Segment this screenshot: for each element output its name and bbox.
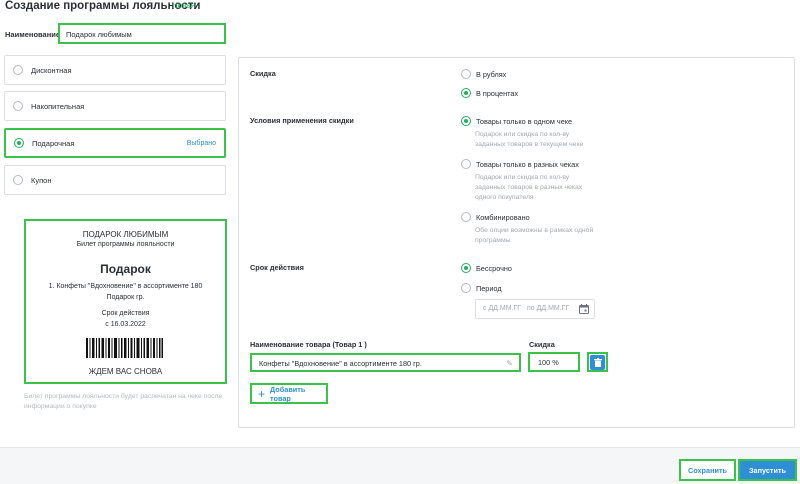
program-type-discount[interactable]: Дисконтная xyxy=(4,55,226,85)
radio-icon xyxy=(461,212,471,222)
radio-icon xyxy=(13,65,23,75)
ticket-subtitle: Билет программы лояльности xyxy=(76,241,175,248)
validity-option-period[interactable]: Период xyxy=(461,283,502,293)
radio-icon xyxy=(461,283,471,293)
condition-option-different-checks[interactable]: Товары только в разных чеках xyxy=(461,159,579,169)
option-label: В рублях xyxy=(476,69,507,79)
program-type-accumulative[interactable]: Накопительная xyxy=(4,91,226,121)
date-to-placeholder: по ДД.ММ.ГГ xyxy=(527,305,570,312)
option-hint: Подарок или скидка по кол-ву заданных то… xyxy=(475,174,583,201)
ticket-footer: ЖДЕМ ВАС СНОВА xyxy=(88,367,163,376)
add-product-button[interactable]: + Добавить товар xyxy=(250,383,328,404)
date-range-input[interactable]: с ДД.ММ.ГГ по ДД.ММ.ГГ xyxy=(475,299,595,319)
radio-selected-icon xyxy=(461,263,471,273)
option-label: Товары только в одном чеке xyxy=(476,116,573,126)
ticket-item-line: 1. Конфеты "Вдохновение" в ассортименте … xyxy=(48,283,203,301)
radio-selected-icon xyxy=(461,88,471,98)
delete-product-button[interactable] xyxy=(587,352,608,372)
program-type-coupon[interactable]: Купон xyxy=(4,165,226,195)
run-button[interactable]: Запустить xyxy=(738,459,797,481)
option-label: В процентах xyxy=(476,88,519,98)
status-badge: Новая xyxy=(172,1,196,10)
discount-option-rubles[interactable]: В рублях xyxy=(461,69,506,79)
condition-option-combined[interactable]: Комбинировано xyxy=(461,212,530,222)
product-name-label: Наименование товара (Товар 1 ) xyxy=(250,340,367,349)
radio-icon xyxy=(461,159,471,169)
calendar-icon[interactable] xyxy=(579,304,589,314)
radio-icon xyxy=(13,175,23,185)
program-type-label: Дисконтная xyxy=(31,65,72,75)
ticket-validity-label: Срок действия xyxy=(101,310,150,317)
option-label: Комбинировано xyxy=(476,212,530,222)
barcode-icon xyxy=(86,338,163,358)
print-note: Билет программы лояльности будет распеча… xyxy=(24,392,229,412)
option-hint: Подарок или скидка по кол-ву заданных то… xyxy=(475,131,584,148)
ticket-heading: Подарок xyxy=(100,262,151,276)
program-type-label: Накопительная xyxy=(31,101,85,111)
selected-indicator: Выбрано xyxy=(186,139,216,147)
radio-icon xyxy=(461,69,471,79)
plus-icon: + xyxy=(258,386,266,401)
product-discount-label: Скидка xyxy=(529,340,555,349)
discount-label: Скидка xyxy=(250,69,276,78)
option-hint: Обе опции возможны в рамках одной програ… xyxy=(475,227,594,244)
condition-option-single-check[interactable]: Товары только в одном чеке xyxy=(461,116,572,126)
discount-option-percent[interactable]: В процентах xyxy=(461,88,518,98)
radio-icon xyxy=(13,101,23,111)
program-type-label: Подарочная xyxy=(32,138,75,148)
print-note-text: Билет программы лояльности будет распеча… xyxy=(24,393,223,410)
ticket-validity-value: с 16.03.2022 xyxy=(105,321,146,328)
save-button[interactable]: Сохранить xyxy=(679,459,736,481)
program-type-gift[interactable]: Подарочная Выбрано xyxy=(4,128,226,158)
program-type-label: Купон xyxy=(31,175,52,185)
trash-icon xyxy=(590,354,605,370)
product-name-value: Конфеты "Вдохновение" в ассортименте 180… xyxy=(259,359,422,368)
add-product-label: Добавить товар xyxy=(270,384,306,403)
conditions-label: Условия применения скидки xyxy=(250,116,354,125)
validity-option-unlimited[interactable]: Бессрочно xyxy=(461,263,512,273)
product-name-input[interactable]: Конфеты "Вдохновение" в ассортименте 180… xyxy=(250,353,521,372)
option-label: Товары только в разных чеках xyxy=(476,159,579,169)
ticket-name: ПОДАРОК ЛЮБИМЫМ xyxy=(82,230,169,239)
option-label: Период xyxy=(476,283,502,293)
date-from-placeholder: с ДД.ММ.ГГ xyxy=(483,305,522,312)
pencil-icon[interactable]: ✎ xyxy=(506,359,513,368)
name-field-label: Наименование xyxy=(5,30,61,39)
radio-selected-icon xyxy=(461,116,471,126)
product-discount-input[interactable]: 100 % xyxy=(528,352,580,372)
program-name-input[interactable]: Подарок любимым xyxy=(58,23,226,44)
radio-selected-icon xyxy=(14,138,24,148)
validity-label: Срок действия xyxy=(250,263,304,272)
option-label: Бессрочно xyxy=(476,263,512,273)
ticket-preview: ПОДАРОК ЛЮБИМЫМ Билет программы лояльнос… xyxy=(24,219,227,384)
